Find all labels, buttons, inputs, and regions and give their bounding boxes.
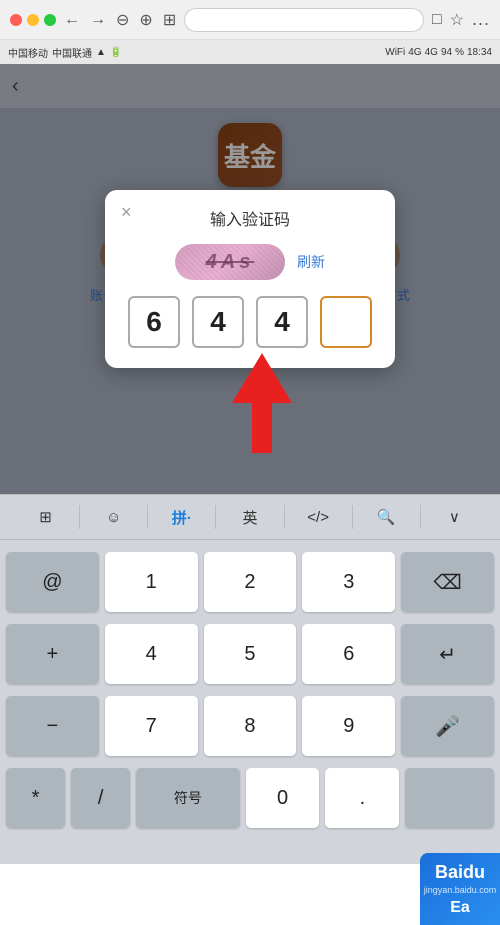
keyboard-rows: @ 1 2 3 ⌫ + 4 5 6 ↵ − 7 8 9 🎤 * / 符号 0 . [0,540,500,840]
forward-button[interactable]: → [90,11,106,29]
refresh-button[interactable]: 刷新 [297,252,325,272]
modal-overlay: × 输入验证码 4As 刷新 6 4 4 [0,64,500,494]
share-button[interactable]: □ [432,11,442,29]
baidu-ea-label: Ea [450,899,470,917]
key-at[interactable]: @ [6,552,99,612]
baidu-watermark: Baidu jingyan.baidu.com Ea [420,853,500,925]
key-7[interactable]: 7 [105,696,198,756]
key-backspace[interactable]: ⌫ [401,552,494,612]
baidu-subtitle: jingyan.baidu.com [424,885,497,895]
keyboard-area: ⊞ ☺ 拼· 英 </> 🔍 ∨ @ 1 2 3 ⌫ + 4 5 6 ↵ [0,494,500,864]
digit-2-value: 4 [210,306,226,338]
browser-dots [10,14,56,26]
zoom-out-button[interactable]: ⊖ [116,10,129,30]
key-0[interactable]: 0 [246,768,320,828]
battery-label: 94 [441,47,452,58]
time-label: 18:34 [467,47,492,58]
key-plus[interactable]: + [6,624,99,684]
tabs-button[interactable]: ⊞ [163,10,176,30]
browser-nav: ← → ⊖ ⊕ ⊞ [64,10,176,30]
bookmark-button[interactable]: ☆ [450,10,464,30]
key-8[interactable]: 8 [204,696,297,756]
kb-collapse-button[interactable]: ∨ [421,495,488,540]
key-slash[interactable]: / [71,768,130,828]
status-left: 中国移动 中国联通 ▲ 🔋 [8,45,122,60]
key-3[interactable]: 3 [302,552,395,612]
keyboard-toolbar: ⊞ ☺ 拼· 英 </> 🔍 ∨ [0,495,500,540]
modal-title: 输入验证码 [125,206,375,230]
digit-1-value: 6 [146,306,162,338]
key-6[interactable]: 6 [302,624,395,684]
key-4[interactable]: 4 [105,624,198,684]
baidu-logo: Baidu [435,862,485,883]
dot-green[interactable] [44,14,56,26]
back-button[interactable]: ← [64,11,80,29]
modal-close-button[interactable]: × [121,202,132,223]
address-bar[interactable] [184,8,424,32]
red-arrow-container [232,353,292,458]
keyboard-row-3: − 7 8 9 🎤 [0,690,500,762]
kb-emoji-button[interactable]: ☺ [80,495,147,540]
key-space[interactable] [405,768,494,828]
key-1[interactable]: 1 [105,552,198,612]
status-right: WiFi 4G 4G 94% 18:34 [385,47,492,58]
captcha-text: 4As [206,251,255,274]
wifi-icon: WiFi [385,47,405,58]
signal1-label: 4G [408,47,421,58]
carrier2-label: 中国联通 [52,45,92,60]
signal-icon: ▲ [96,47,106,58]
captcha-image[interactable]: 4As [175,244,285,280]
red-arrow-icon [232,353,292,453]
captcha-input-boxes: 6 4 4 [125,296,375,348]
key-symbols[interactable]: 符号 [136,768,239,828]
captcha-digit-1[interactable]: 6 [128,296,180,348]
battery-icon: 🔋 [110,47,122,58]
key-period[interactable]: . [325,768,399,828]
kb-english-button[interactable]: 英 [216,495,283,540]
status-bar: 中国移动 中国联通 ▲ 🔋 WiFi 4G 4G 94% 18:34 [0,40,500,64]
key-asterisk[interactable]: * [6,768,65,828]
app-area: ‹ 基金 👤 150 × 账号密码登录 其他登录方式 联系客服 × 输入验证码 [0,64,500,494]
key-enter[interactable]: ↵ [401,624,494,684]
captcha-digit-2[interactable]: 4 [192,296,244,348]
kb-search-button[interactable]: 🔍 [353,495,420,540]
keyboard-row-1: @ 1 2 3 ⌫ [0,546,500,618]
dot-red[interactable] [10,14,22,26]
kb-grid-button[interactable]: ⊞ [12,495,79,540]
captcha-digit-3[interactable]: 4 [256,296,308,348]
key-5[interactable]: 5 [204,624,297,684]
keyboard-row-2: + 4 5 6 ↵ [0,618,500,690]
key-minus[interactable]: − [6,696,99,756]
key-2[interactable]: 2 [204,552,297,612]
key-9[interactable]: 9 [302,696,395,756]
kb-pinyin-button[interactable]: 拼· [148,495,215,540]
captcha-area: 4As 刷新 [125,244,375,280]
more-button[interactable]: ... [472,9,490,30]
keyboard-row-4: * / 符号 0 . [0,762,500,834]
captcha-modal: × 输入验证码 4As 刷新 6 4 4 [105,190,395,368]
digit-3-value: 4 [274,306,290,338]
carrier1-label: 中国移动 [8,45,48,60]
key-mic[interactable]: 🎤 [401,696,494,756]
zoom-in-button[interactable]: ⊕ [139,10,152,30]
captcha-digit-4[interactable] [320,296,372,348]
kb-code-button[interactable]: </> [285,495,352,540]
browser-chrome: ← → ⊖ ⊕ ⊞ □ ☆ ... [0,0,500,40]
dot-yellow[interactable] [27,14,39,26]
signal2-label: 4G [425,47,438,58]
